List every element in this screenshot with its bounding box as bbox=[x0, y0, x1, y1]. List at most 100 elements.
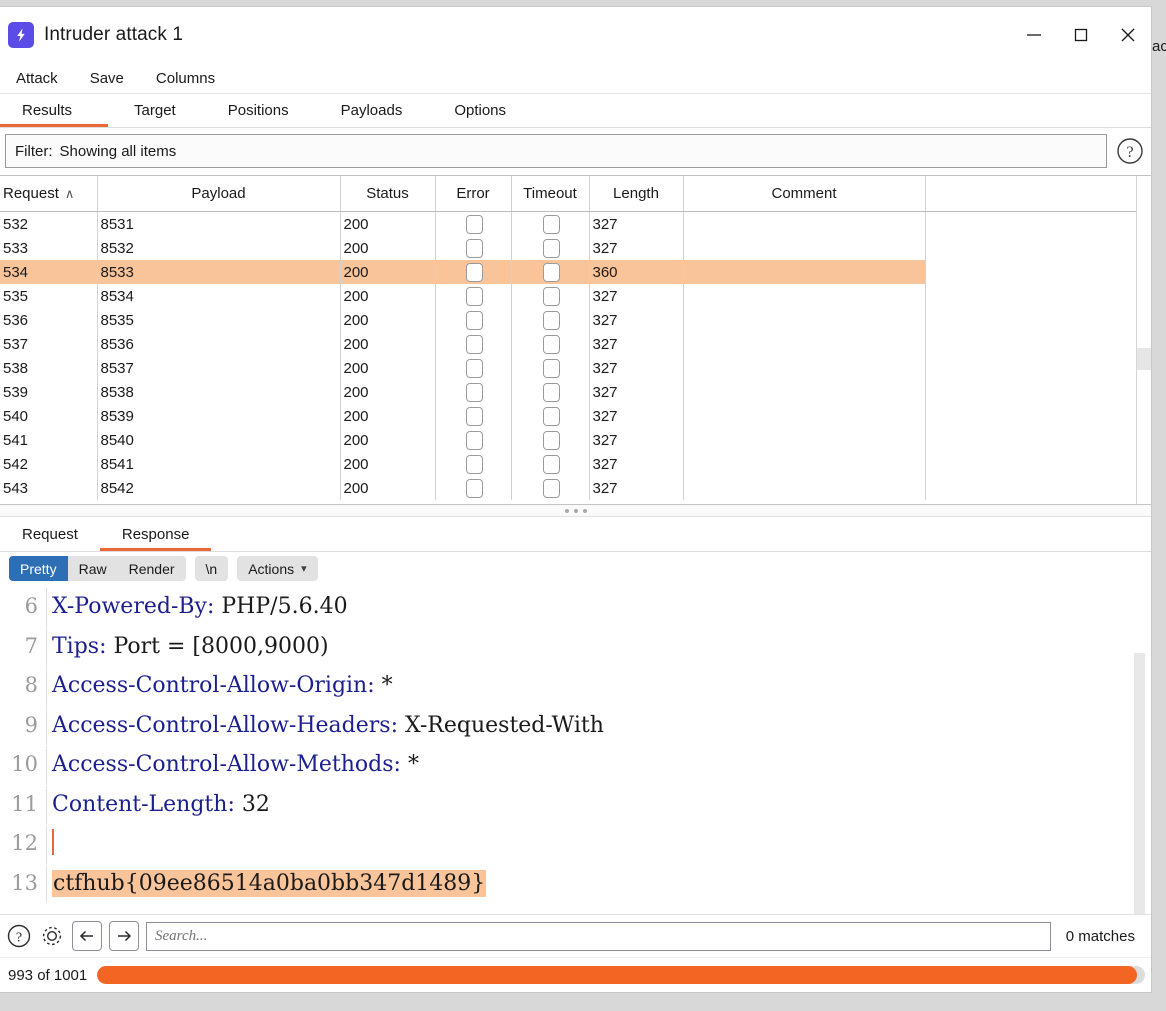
table-row[interactable]: 538 8537 200 327 bbox=[0, 356, 1150, 380]
error-checkbox[interactable] bbox=[466, 262, 483, 282]
column-header-timeout[interactable]: Timeout bbox=[511, 176, 590, 212]
error-checkbox[interactable] bbox=[466, 454, 483, 474]
table-row[interactable]: 532 8531 200 327 bbox=[0, 211, 1150, 236]
response-scrollbar-track[interactable] bbox=[1134, 653, 1145, 914]
column-header-length[interactable]: Length bbox=[589, 176, 684, 212]
timeout-checkbox[interactable] bbox=[543, 262, 560, 282]
error-checkbox-cell bbox=[435, 428, 512, 452]
column-header-comment[interactable]: Comment bbox=[683, 176, 926, 212]
timeout-checkbox-cell bbox=[511, 404, 590, 428]
timeout-checkbox[interactable] bbox=[543, 310, 560, 330]
table-row[interactable]: 540 8539 200 327 bbox=[0, 404, 1150, 428]
error-checkbox[interactable] bbox=[466, 334, 483, 354]
column-header-payload[interactable]: Payload bbox=[97, 176, 341, 212]
results-table-scrollbar-thumb[interactable] bbox=[1137, 348, 1151, 370]
view-mode-pretty[interactable]: Pretty bbox=[9, 556, 68, 581]
tab-request[interactable]: Request bbox=[0, 517, 100, 551]
timeout-checkbox[interactable] bbox=[543, 214, 560, 234]
menu-item-attack[interactable]: Attack bbox=[14, 68, 60, 89]
table-row[interactable]: 542 8541 200 327 bbox=[0, 452, 1150, 476]
error-checkbox[interactable] bbox=[466, 430, 483, 450]
actions-button[interactable]: Actions ▾ bbox=[237, 556, 318, 581]
table-row[interactable]: 541 8540 200 327 bbox=[0, 428, 1150, 452]
timeout-checkbox[interactable] bbox=[543, 238, 560, 258]
column-header-request[interactable]: Request ∧ bbox=[0, 176, 98, 212]
timeout-checkbox[interactable] bbox=[543, 382, 560, 402]
table-row[interactable]: 543 8542 200 327 bbox=[0, 476, 1150, 500]
timeout-checkbox[interactable] bbox=[543, 358, 560, 378]
error-checkbox-cell bbox=[435, 476, 512, 500]
cell-payload: 8533 bbox=[97, 260, 341, 284]
cell-comment bbox=[683, 332, 926, 356]
tab-options[interactable]: Options bbox=[428, 94, 532, 127]
error-checkbox[interactable] bbox=[466, 478, 483, 498]
main-tab-bar: Results Target Positions Payloads Option… bbox=[0, 94, 1151, 128]
response-header-name: Content-Length: bbox=[52, 791, 235, 817]
timeout-checkbox[interactable] bbox=[543, 478, 560, 498]
search-bar: ? Search... 0 matches bbox=[0, 914, 1151, 957]
response-line: 13 ctfhub{09ee86514a0ba0bb347d1489} bbox=[0, 864, 1151, 903]
menu-item-columns[interactable]: Columns bbox=[154, 68, 217, 89]
response-viewer[interactable]: 6 X-Powered-By: PHP/5.6.40 7 Tips: Port = [… bbox=[0, 585, 1151, 914]
search-previous-button[interactable] bbox=[72, 921, 102, 951]
timeout-checkbox[interactable] bbox=[543, 454, 560, 474]
table-row[interactable]: 539 8538 200 327 bbox=[0, 380, 1150, 404]
response-line-text: X-Powered-By: PHP/5.6.40 bbox=[46, 588, 1151, 627]
cell-payload: 8542 bbox=[97, 476, 341, 500]
gear-icon[interactable] bbox=[39, 923, 65, 949]
results-table-scrollbar[interactable] bbox=[1136, 176, 1151, 504]
error-checkbox[interactable] bbox=[466, 286, 483, 306]
timeout-checkbox[interactable] bbox=[543, 334, 560, 354]
tab-target[interactable]: Target bbox=[108, 94, 202, 127]
minimize-button[interactable] bbox=[1010, 14, 1057, 56]
filter-bar[interactable]: Filter: Showing all items bbox=[5, 134, 1107, 168]
response-line-text bbox=[46, 825, 1151, 864]
maximize-button[interactable] bbox=[1057, 14, 1104, 56]
filter-help-icon[interactable]: ? bbox=[1115, 136, 1145, 166]
table-row[interactable]: 536 8535 200 327 bbox=[0, 308, 1150, 332]
newline-toggle-button[interactable]: \n bbox=[194, 556, 229, 581]
cell-comment bbox=[683, 452, 926, 476]
tab-response[interactable]: Response bbox=[99, 517, 212, 551]
tab-results[interactable]: Results bbox=[0, 94, 109, 127]
screen-root: ac Intruder attack 1 Attack Save Columns… bbox=[0, 0, 1166, 1011]
cell-status: 200 bbox=[340, 211, 436, 236]
table-row[interactable]: 535 8534 200 327 bbox=[0, 284, 1150, 308]
timeout-checkbox[interactable] bbox=[543, 286, 560, 306]
search-next-button[interactable] bbox=[109, 921, 139, 951]
close-button[interactable] bbox=[1104, 14, 1151, 56]
table-row[interactable]: 533 8532 200 327 bbox=[0, 236, 1150, 260]
timeout-checkbox[interactable] bbox=[543, 430, 560, 450]
title-bar: Intruder attack 1 bbox=[0, 7, 1151, 63]
menu-bar: Attack Save Columns bbox=[0, 63, 1151, 94]
view-mode-render[interactable]: Render bbox=[118, 556, 186, 581]
cell-filler bbox=[925, 236, 1150, 260]
search-input[interactable] bbox=[146, 921, 1051, 951]
table-row[interactable]: 534 8533 200 360 bbox=[0, 260, 1150, 284]
error-checkbox-cell bbox=[435, 380, 512, 404]
view-mode-raw[interactable]: Raw bbox=[68, 556, 118, 581]
timeout-checkbox-cell bbox=[511, 308, 590, 332]
table-row[interactable]: 537 8536 200 327 bbox=[0, 332, 1150, 356]
message-tab-bar: Request Response bbox=[0, 517, 1151, 552]
menu-item-save[interactable]: Save bbox=[88, 68, 126, 89]
error-checkbox[interactable] bbox=[466, 238, 483, 258]
response-scrollbar[interactable] bbox=[1131, 585, 1151, 914]
response-code-area[interactable]: 6 X-Powered-By: PHP/5.6.40 7 Tips: Port = [… bbox=[0, 585, 1151, 914]
splitter-grip-dot bbox=[582, 508, 587, 513]
search-help-icon[interactable]: ? bbox=[6, 923, 32, 949]
error-checkbox-cell bbox=[435, 404, 512, 428]
error-checkbox[interactable] bbox=[466, 310, 483, 330]
tab-positions[interactable]: Positions bbox=[202, 94, 315, 127]
tab-payloads[interactable]: Payloads bbox=[315, 94, 429, 127]
timeout-checkbox[interactable] bbox=[543, 406, 560, 426]
error-checkbox[interactable] bbox=[466, 382, 483, 402]
column-header-error[interactable]: Error bbox=[435, 176, 512, 212]
pane-splitter[interactable] bbox=[0, 505, 1151, 517]
cell-length: 327 bbox=[589, 380, 684, 404]
error-checkbox[interactable] bbox=[466, 358, 483, 378]
response-header-value: * bbox=[400, 752, 419, 777]
error-checkbox[interactable] bbox=[466, 214, 483, 234]
column-header-status[interactable]: Status bbox=[340, 176, 436, 212]
error-checkbox[interactable] bbox=[466, 406, 483, 426]
